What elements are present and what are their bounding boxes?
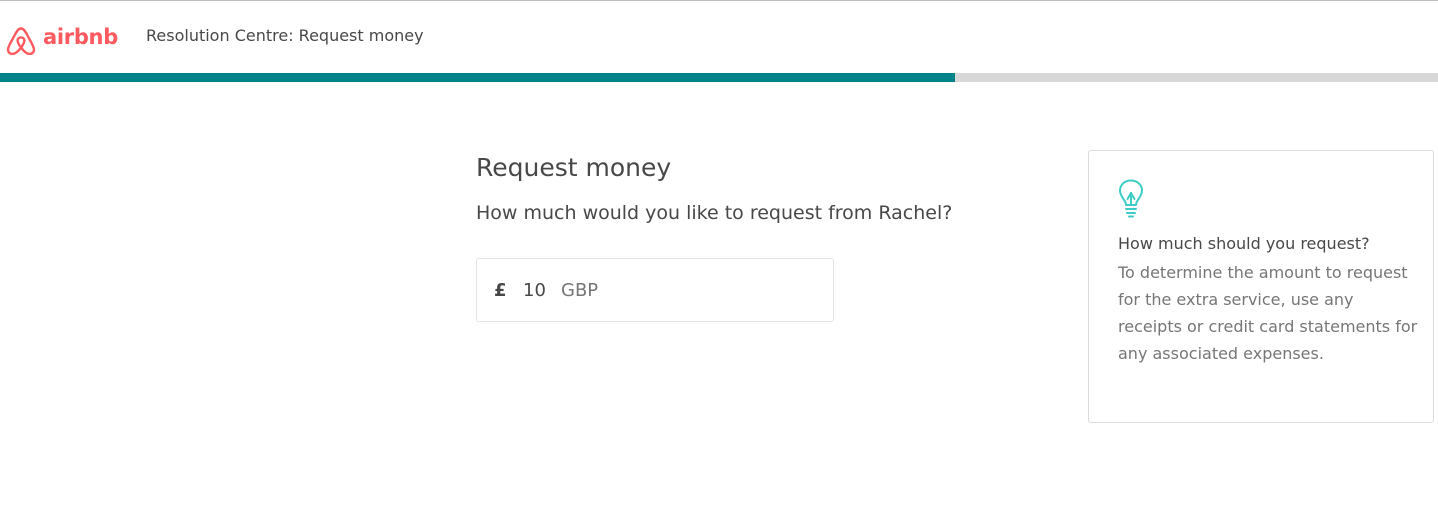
progress-bar-fill <box>0 73 955 82</box>
tip-body: To determine the amount to request for t… <box>1118 263 1418 363</box>
request-money-form: Request money How much would you like to… <box>476 150 1036 322</box>
progress-bar <box>0 73 1438 82</box>
currency-code: GBP <box>561 279 599 301</box>
airbnb-belo-icon <box>6 27 36 55</box>
request-question: How much would you like to request from … <box>476 202 953 224</box>
currency-symbol: £ <box>494 279 507 301</box>
tip-card: How much should you request? To determin… <box>1088 150 1434 423</box>
page-header: airbnb Resolution Centre: Request money <box>0 1 1438 73</box>
tip-heading: How much should you request? <box>1118 234 1370 253</box>
airbnb-wordmark: airbnb <box>43 25 118 49</box>
amount-input[interactable] <box>523 279 557 301</box>
page-title: Request money <box>476 153 672 182</box>
lightbulb-icon <box>1119 179 1143 218</box>
header-title: Resolution Centre: Request money <box>146 26 424 45</box>
amount-field[interactable]: £ GBP <box>476 258 834 322</box>
airbnb-logo[interactable]: airbnb <box>4 19 118 55</box>
